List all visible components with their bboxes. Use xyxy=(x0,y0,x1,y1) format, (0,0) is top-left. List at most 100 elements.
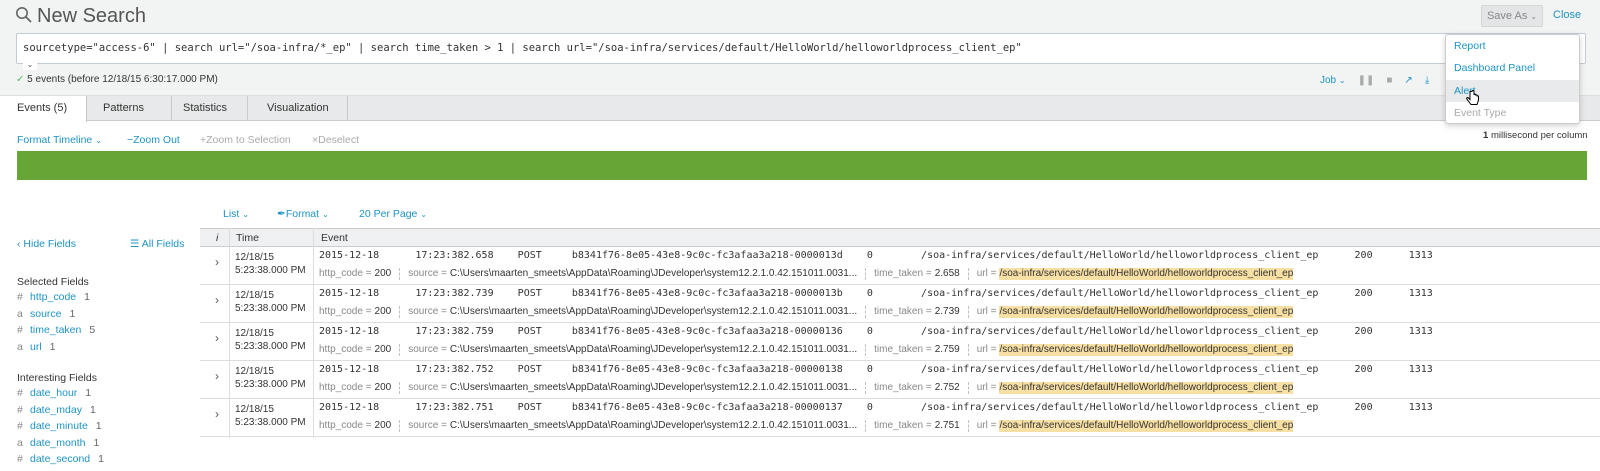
field-item[interactable]: a source 1 xyxy=(17,308,75,320)
event-time[interactable]: 12/18/15 5:23:38.000 PM xyxy=(235,289,306,315)
event-time[interactable]: 12/18/15 5:23:38.000 PM xyxy=(235,327,306,353)
table-row[interactable]: › 12/18/15 5:23:38.000 PM 2015-12-18 17:23:… xyxy=(200,247,1600,285)
event-date: 12/18/15 xyxy=(235,328,274,339)
field-count: 1 xyxy=(49,341,56,353)
field-item[interactable]: a date_month 1 xyxy=(17,437,99,449)
zoom-to-selection-button[interactable]: +Zoom to Selection xyxy=(200,134,291,146)
chevron-down-icon: ⌄ xyxy=(1530,11,1538,21)
menu-item-report[interactable]: Report xyxy=(1446,35,1579,57)
event-time[interactable]: 12/18/15 5:23:38.000 PM xyxy=(235,365,306,391)
chevron-down-icon: ⌄ xyxy=(322,210,329,219)
stop-icon[interactable]: ■ xyxy=(1386,75,1392,86)
list-icon: ☰ xyxy=(130,238,140,250)
expand-row-icon[interactable]: › xyxy=(215,331,219,345)
field-item[interactable]: # date_hour 1 xyxy=(17,387,91,399)
field-value-time-taken[interactable]: 2.759 xyxy=(935,344,960,356)
field-key: http_code = xyxy=(319,306,372,317)
share-icon[interactable]: ↗ xyxy=(1404,75,1412,86)
event-fields: http_code = 200 source = C:\Users\maarten_s… xyxy=(319,382,1294,394)
interesting-fields-heading: Interesting Fields xyxy=(17,372,97,384)
zoom-to-selection-label: Zoom to Selection xyxy=(206,134,291,146)
export-icon[interactable]: ⤓ xyxy=(1425,75,1429,86)
zoom-out-button[interactable]: −Zoom Out xyxy=(127,134,180,146)
field-value-url[interactable]: /soa-infra/services/default/HelloWorld/h… xyxy=(999,382,1294,394)
search-input[interactable]: sourcetype="access-6" | search url="/soa… xyxy=(16,33,1586,64)
field-divider xyxy=(967,420,969,432)
field-divider xyxy=(865,382,867,394)
field-key: http_code = xyxy=(319,382,372,393)
timeline-bar[interactable] xyxy=(17,151,1587,180)
field-name: date_hour xyxy=(30,387,78,399)
hide-fields-link[interactable]: ‹ Hide Fields xyxy=(17,238,76,250)
all-fields-link[interactable]: ☰ All Fields xyxy=(130,238,184,250)
expand-row-icon[interactable]: › xyxy=(215,293,219,307)
close-link[interactable]: Close xyxy=(1553,9,1581,21)
timeline-scale-count: 1 xyxy=(1483,130,1489,141)
field-value-url[interactable]: /soa-infra/services/default/HelloWorld/h… xyxy=(999,268,1294,280)
field-value-time-taken[interactable]: 2.751 xyxy=(935,420,960,432)
column-header-event[interactable]: Event xyxy=(321,232,348,244)
table-row[interactable]: › 12/18/15 5:23:38.000 PM 2015-12-18 17:23:… xyxy=(200,361,1600,399)
event-raw-text: 2015-12-18 17:23:382.658 POST b8341f76-8… xyxy=(319,250,1433,261)
field-name: date_month xyxy=(30,437,86,449)
field-key: time_taken = xyxy=(874,306,932,317)
format-timeline-menu[interactable]: Format Timeline ⌄ xyxy=(17,134,102,146)
field-value-source[interactable]: C:\Users\maarten_smeets\AppData\Roaming\… xyxy=(450,420,857,432)
field-divider xyxy=(399,420,401,432)
expand-row-icon[interactable]: › xyxy=(215,369,219,383)
deselect-button[interactable]: ×Deselect xyxy=(312,134,359,146)
field-item[interactable]: # date_minute 1 xyxy=(17,420,102,432)
pencil-icon: ✒ xyxy=(277,208,286,220)
table-row[interactable]: › 12/18/15 5:23:38.000 PM 2015-12-18 17:23:… xyxy=(200,323,1600,361)
tab-visualization[interactable]: Visualization xyxy=(267,97,329,121)
field-value-source[interactable]: C:\Users\maarten_smeets\AppData\Roaming\… xyxy=(450,306,857,318)
tab-patterns[interactable]: Patterns xyxy=(103,97,144,121)
per-page-menu[interactable]: 20 Per Page ⌄ xyxy=(359,208,427,220)
event-time[interactable]: 12/18/15 5:23:38.000 PM xyxy=(235,251,306,277)
tab-statistics[interactable]: Statistics xyxy=(183,97,227,121)
format-label: Format xyxy=(285,208,320,220)
per-page-label: 20 Per Page xyxy=(359,208,418,220)
field-value-http-code[interactable]: 200 xyxy=(375,382,392,394)
field-value-url[interactable]: /soa-infra/services/default/HelloWorld/h… xyxy=(999,306,1294,318)
field-value-url[interactable]: /soa-infra/services/default/HelloWorld/h… xyxy=(999,344,1294,356)
field-name: source xyxy=(30,308,62,320)
event-raw-text: 2015-12-18 17:23:382.739 POST b8341f76-8… xyxy=(319,288,1433,299)
job-menu[interactable]: Job ⌄ xyxy=(1320,75,1346,86)
event-clock: 5:23:38.000 PM xyxy=(235,417,306,428)
field-value-time-taken[interactable]: 2.739 xyxy=(935,306,960,318)
column-header-time[interactable]: Time xyxy=(236,232,259,244)
list-menu[interactable]: List ⌄ xyxy=(223,208,249,220)
save-as-label: Save As xyxy=(1486,10,1528,22)
field-value-url[interactable]: /soa-infra/services/default/HelloWorld/h… xyxy=(999,420,1294,432)
format-menu[interactable]: ✒Format ⌄ xyxy=(277,208,329,220)
event-time[interactable]: 12/18/15 5:23:38.000 PM xyxy=(235,403,306,429)
field-value-source[interactable]: C:\Users\maarten_smeets\AppData\Roaming\… xyxy=(450,382,857,394)
field-value-source[interactable]: C:\Users\maarten_smeets\AppData\Roaming\… xyxy=(450,268,857,280)
field-value-http-code[interactable]: 200 xyxy=(375,306,392,318)
field-value-time-taken[interactable]: 2.752 xyxy=(935,382,960,394)
field-item[interactable]: # http_code 1 xyxy=(17,291,90,303)
expand-search-icon[interactable]: ⌄ xyxy=(23,60,37,70)
save-as-button[interactable]: Save As ⌄ xyxy=(1481,5,1543,27)
field-value-http-code[interactable]: 200 xyxy=(375,420,392,432)
field-value-source[interactable]: C:\Users\maarten_smeets\AppData\Roaming\… xyxy=(450,344,857,356)
field-count: 1 xyxy=(85,387,92,399)
expand-row-icon[interactable]: › xyxy=(215,255,219,269)
field-item[interactable]: # time_taken 5 xyxy=(17,324,95,336)
zoom-out-label: Zoom Out xyxy=(133,134,180,146)
table-row[interactable]: › 12/18/15 5:23:38.000 PM 2015-12-18 17:23:… xyxy=(200,285,1600,323)
field-value-http-code[interactable]: 200 xyxy=(375,268,392,280)
table-row[interactable]: › 12/18/15 5:23:38.000 PM 2015-12-18 17:23:… xyxy=(200,399,1600,437)
expand-row-icon[interactable]: › xyxy=(215,407,219,421)
field-item[interactable]: # date_second 1 xyxy=(17,453,104,465)
field-divider xyxy=(967,344,969,356)
field-value-http-code[interactable]: 200 xyxy=(375,344,392,356)
event-raw-text: 2015-12-18 17:23:382.751 POST b8341f76-8… xyxy=(319,402,1433,413)
pause-icon[interactable]: ❚❚ xyxy=(1358,75,1375,86)
menu-item-dashboard-panel[interactable]: Dashboard Panel xyxy=(1446,57,1579,79)
field-item[interactable]: # date_mday 1 xyxy=(17,404,96,416)
field-item[interactable]: a url 1 xyxy=(17,341,56,353)
field-value-time-taken[interactable]: 2.658 xyxy=(935,268,960,280)
tab-events-label[interactable]: Events (5) xyxy=(17,97,67,121)
